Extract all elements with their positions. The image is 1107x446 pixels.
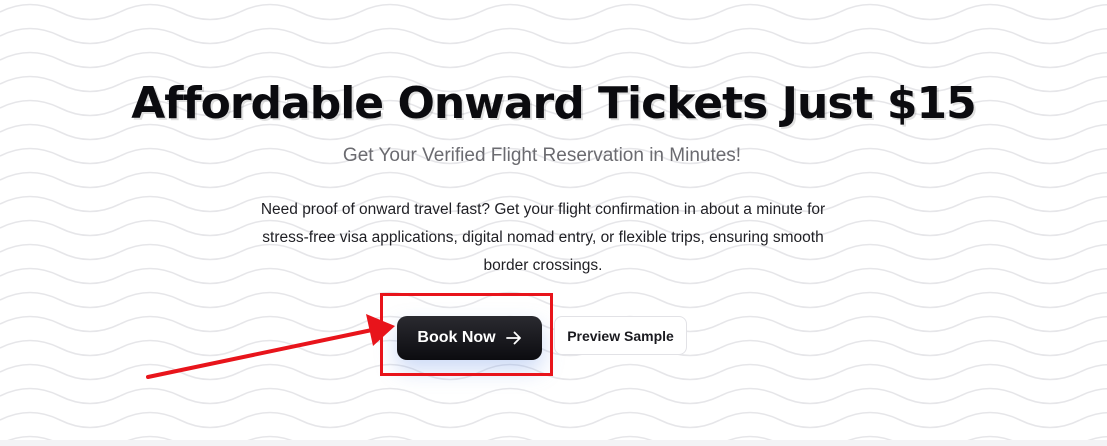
preview-sample-button[interactable]: Preview Sample — [554, 316, 687, 355]
hero-subtitle: Get Your Verified Flight Reservation in … — [342, 145, 742, 166]
hero-title: Affordable Onward Tickets Just $15 — [131, 78, 977, 129]
annotation-highlight-box — [380, 293, 553, 376]
hero-section: Affordable Onward Tickets Just $15 Get Y… — [0, 0, 1107, 446]
hero-description: Need proof of onward travel fast? Get yo… — [260, 201, 826, 274]
